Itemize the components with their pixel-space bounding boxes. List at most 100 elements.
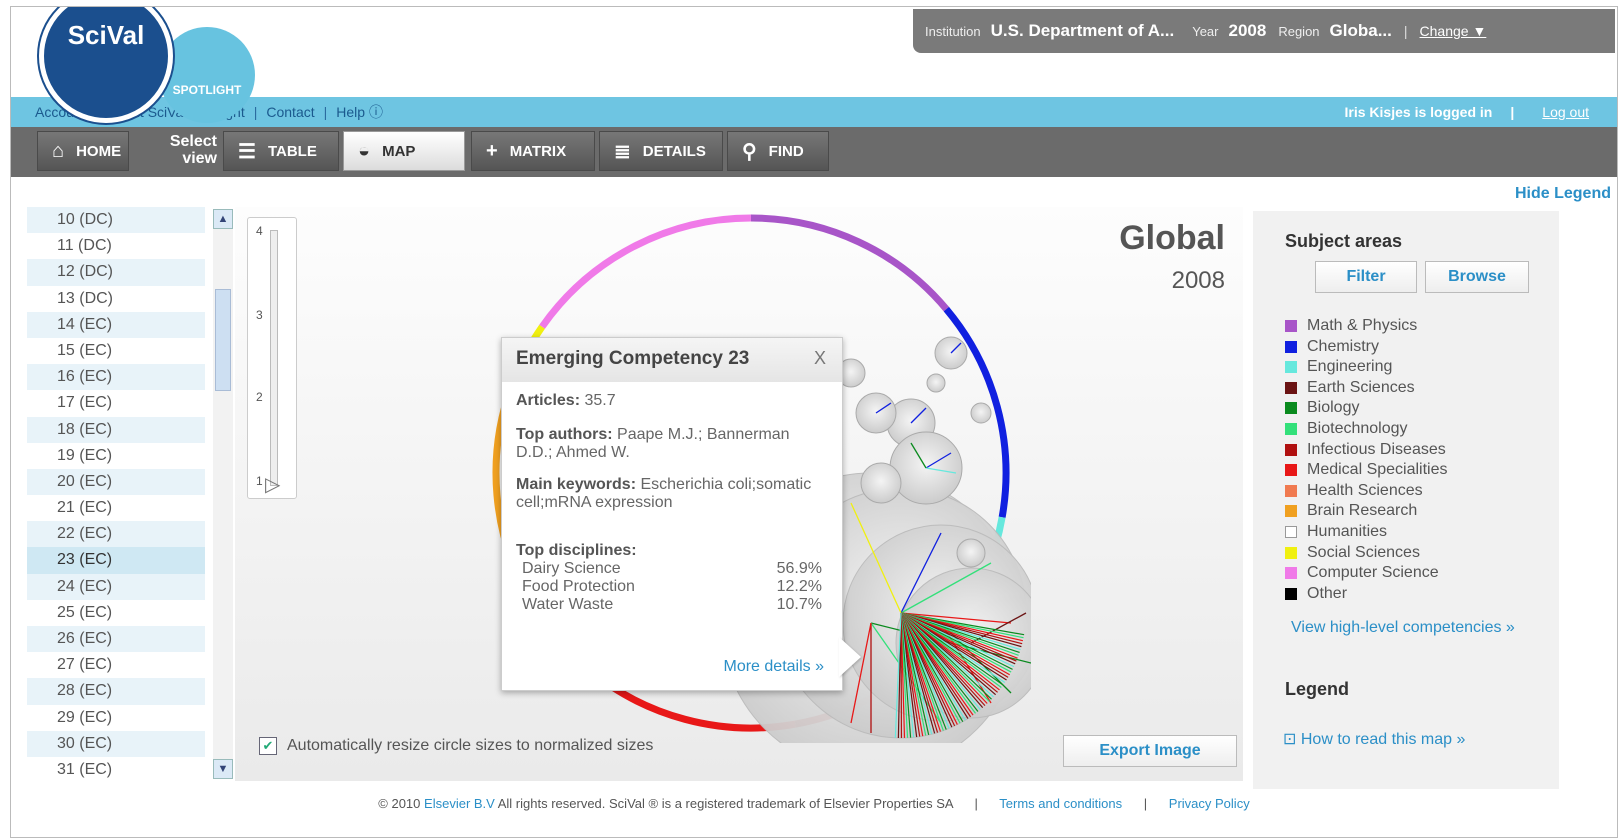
table-button[interactable]: ☰ TABLE <box>223 131 339 171</box>
subject-item[interactable]: Humanities <box>1285 523 1387 541</box>
institution-bar: Institution U.S. Department of A... Year… <box>913 9 1615 53</box>
color-swatch <box>1285 340 1297 353</box>
list-scrollbar[interactable]: ▲ ▼ <box>213 209 233 779</box>
list-item[interactable]: 18 (EC) <box>27 416 205 443</box>
map-year: 2008 <box>1171 267 1225 294</box>
how-to-read-link[interactable]: ⊡ How to read this map » <box>1283 729 1465 749</box>
subject-item[interactable]: Earth Sciences <box>1285 379 1415 397</box>
slider-tick: 1 <box>256 474 263 488</box>
color-swatch <box>1285 423 1297 435</box>
list-item[interactable]: 16 (EC) <box>27 364 205 391</box>
globe-icon: ◒ <box>358 139 371 162</box>
list-item[interactable]: 22 (EC) <box>27 521 205 548</box>
list-item[interactable]: 25 (EC) <box>27 600 205 626</box>
color-swatch <box>1285 464 1297 477</box>
spotlight-logo: SPOTLIGHT <box>159 27 255 123</box>
articles-label: Articles: <box>516 392 581 409</box>
list-item[interactable]: 10 (DC) <box>27 207 205 234</box>
slider-track[interactable] <box>270 230 278 486</box>
high-level-link[interactable]: View high-level competencies » <box>1291 619 1515 637</box>
discipline-row: Dairy Science 56.9% <box>516 560 828 578</box>
ring-segment <box>539 214 752 329</box>
export-image-button[interactable]: Export Image <box>1063 735 1237 767</box>
list-item[interactable]: 24 (EC) <box>27 573 205 600</box>
slider-handle-icon[interactable]: ▷ <box>265 472 280 497</box>
filter-button[interactable]: Filter <box>1315 261 1417 293</box>
terms-link[interactable]: Terms and conditions <box>999 796 1122 811</box>
contact-link[interactable]: Contact <box>266 104 314 120</box>
list-item[interactable]: 27 (EC) <box>27 652 205 678</box>
plus-icon: + <box>486 139 498 162</box>
color-swatch <box>1285 546 1297 559</box>
list-item[interactable]: 29 (EC) <box>27 705 205 731</box>
browse-button[interactable]: Browse <box>1425 261 1529 293</box>
list-item[interactable]: 30 (EC) <box>27 730 205 757</box>
separator: | <box>1403 23 1408 39</box>
subject-item[interactable]: Biology <box>1285 399 1359 417</box>
list-item[interactable]: 11 (DC) <box>27 233 205 259</box>
list-item[interactable]: 28 (EC) <box>27 678 205 705</box>
color-swatch <box>1285 567 1297 580</box>
scroll-down-icon[interactable]: ▼ <box>213 759 233 779</box>
subject-item[interactable]: Brain Research <box>1285 502 1417 520</box>
table-icon: ☰ <box>238 140 256 163</box>
list-item[interactable]: 17 (EC) <box>27 390 205 416</box>
list-item[interactable]: 14 (EC) <box>27 311 205 338</box>
subject-item[interactable]: Math & Physics <box>1285 317 1417 335</box>
subject-item[interactable]: Infectious Diseases <box>1285 441 1446 459</box>
keywords-label: Main keywords: <box>516 476 637 493</box>
list-item[interactable]: 13 (DC) <box>27 286 205 312</box>
subject-item[interactable]: Chemistry <box>1285 338 1379 356</box>
home-button[interactable]: ⌂ HOME <box>37 131 129 171</box>
scroll-thumb[interactable] <box>215 289 231 391</box>
details-icon: ≣ <box>614 140 631 163</box>
auto-resize-option[interactable]: ✔ Automatically resize circle sizes to n… <box>259 737 653 755</box>
color-swatch <box>1285 526 1297 538</box>
subject-areas-title: Subject areas <box>1285 231 1403 251</box>
color-swatch <box>1285 443 1297 456</box>
institution-value: U.S. Department of A... <box>990 21 1175 40</box>
subject-label: Earth Sciences <box>1307 378 1415 396</box>
more-details-link[interactable]: More details » <box>724 658 825 676</box>
matrix-button[interactable]: + MATRIX <box>471 131 595 171</box>
list-item[interactable]: 23 (EC) <box>27 547 205 574</box>
list-item[interactable]: 21 (EC) <box>27 495 205 521</box>
list-item[interactable]: 12 (DC) <box>27 259 205 286</box>
color-swatch <box>1285 484 1297 497</box>
logo-main-text: SciVal <box>67 20 145 50</box>
subject-item[interactable]: Medical Specialities <box>1285 461 1448 479</box>
discipline-name: Dairy Science <box>522 560 621 577</box>
list-item[interactable]: 20 (EC) <box>27 468 205 496</box>
find-button[interactable]: ⚲ FIND <box>727 131 829 171</box>
discipline-pct: 12.2% <box>776 578 822 595</box>
subject-item[interactable]: Social Sciences <box>1285 544 1420 562</box>
change-button[interactable]: Change ▼ <box>1420 23 1487 39</box>
list-item[interactable]: 19 (EC) <box>27 443 205 469</box>
subject-item[interactable]: Engineering <box>1285 358 1392 376</box>
zoom-slider[interactable]: 4 3 2 1 ▷ <box>247 217 297 499</box>
scroll-up-icon[interactable]: ▲ <box>213 209 233 229</box>
subject-label: Brain Research <box>1307 502 1418 520</box>
auto-resize-checkbox[interactable]: ✔ <box>259 737 277 755</box>
elsevier-link[interactable]: Elsevier B.V <box>424 796 495 811</box>
subject-label: Biotechnology <box>1307 420 1408 437</box>
subject-item[interactable]: Health Sciences <box>1285 482 1423 500</box>
list-item[interactable]: 15 (EC) <box>27 338 205 364</box>
hide-legend-link[interactable]: Hide Legend <box>1515 185 1611 203</box>
map-button[interactable]: ◒ MAP <box>343 131 465 171</box>
authors-label: Top authors: <box>516 426 613 443</box>
nav-bar: ⌂ HOME Select view ☰ TABLE ◒ MAP + MATRIX ≣ DE… <box>11 127 1617 177</box>
logout-link[interactable]: Log out <box>1542 104 1589 120</box>
subject-item[interactable]: Biotechnology <box>1285 420 1408 438</box>
close-icon[interactable]: X <box>814 348 826 369</box>
legend-panel: Subject areas Filter Browse Math & Physi… <box>1253 211 1559 791</box>
subject-item[interactable]: Computer Science <box>1285 564 1439 582</box>
competency-list: 10 (DC) 11 (DC) 12 (DC) 13 (DC) 14 (EC) 15 (E… <box>27 207 205 783</box>
help-link[interactable]: Help ⓘ <box>336 102 383 122</box>
list-item[interactable]: 26 (EC) <box>27 626 205 653</box>
list-item[interactable]: 31 (EC) <box>27 757 205 783</box>
top-links-bar: Account | About SciVal Spotlight | Conta… <box>11 97 1617 127</box>
privacy-link[interactable]: Privacy Policy <box>1169 796 1250 811</box>
details-button[interactable]: ≣ DETAILS <box>599 131 723 171</box>
subject-item[interactable]: Other <box>1285 585 1347 603</box>
